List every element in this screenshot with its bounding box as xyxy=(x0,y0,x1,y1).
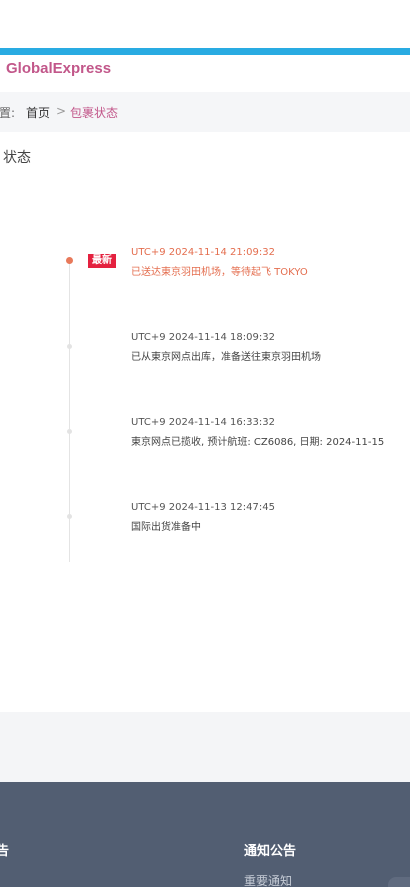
event-time: UTC+9 2024-11-14 18:09:32 xyxy=(131,332,275,343)
timeline-dot xyxy=(67,429,72,434)
event-description: 已从東京网点出库，准备送往東京羽田机场 xyxy=(131,352,321,363)
event-description: 東京网点已揽收, 预计航班: CZ6086, 日期: 2024-11-15 xyxy=(131,437,385,448)
breadcrumb: 置: 首页 > 包裹状态 xyxy=(0,92,410,132)
top-header xyxy=(0,0,410,48)
content-bottom-band xyxy=(0,712,410,782)
footer-heading-left: 告 xyxy=(0,844,10,859)
timeline-event: UTC+9 2024-11-14 16:33:32 東京网点已揽收, 预计航班:… xyxy=(0,417,410,477)
timeline-dot xyxy=(67,344,72,349)
event-time: UTC+9 2024-11-14 16:33:32 xyxy=(131,417,275,428)
breadcrumb-home-link[interactable]: 首页 xyxy=(26,104,50,121)
timeline-dot-latest xyxy=(66,257,73,264)
brand-bar: GlobalExpress xyxy=(0,55,410,91)
event-description: 国际出货准备中 xyxy=(131,522,201,533)
event-time: UTC+9 2024-11-13 12:47:45 xyxy=(131,502,275,513)
back-to-top-tab[interactable] xyxy=(388,877,410,887)
page-title: 状态 xyxy=(3,150,31,166)
timeline-dot xyxy=(67,514,72,519)
timeline-event-latest: 最新 UTC+9 2024-11-14 21:09:32 已送达東京羽田机场，等… xyxy=(0,247,410,307)
brand-logo-text[interactable]: GlobalExpress xyxy=(6,60,111,77)
footer-notice-link[interactable]: 重要通知 xyxy=(244,872,292,889)
event-description: 已送达東京羽田机场，等待起飞 TOKYO xyxy=(131,267,308,278)
breadcrumb-label: 置: xyxy=(0,106,16,120)
event-time: UTC+9 2024-11-14 21:09:32 xyxy=(131,247,275,258)
accent-strip xyxy=(0,48,410,55)
footer-notice-heading: 通知公告 xyxy=(244,844,297,859)
latest-badge: 最新 xyxy=(88,254,116,268)
footer: 告 通知公告 重要通知 xyxy=(0,782,410,889)
breadcrumb-current: 包裹状态 xyxy=(70,106,119,120)
main-content: 状态 最新 UTC+9 2024-11-14 21:09:32 已送达東京羽田机… xyxy=(0,132,410,712)
timeline-event: UTC+9 2024-11-13 12:47:45 国际出货准备中 xyxy=(0,502,410,562)
timeline-event: UTC+9 2024-11-14 18:09:32 已从東京网点出库，准备送往東… xyxy=(0,332,410,392)
breadcrumb-separator: > xyxy=(56,104,67,118)
